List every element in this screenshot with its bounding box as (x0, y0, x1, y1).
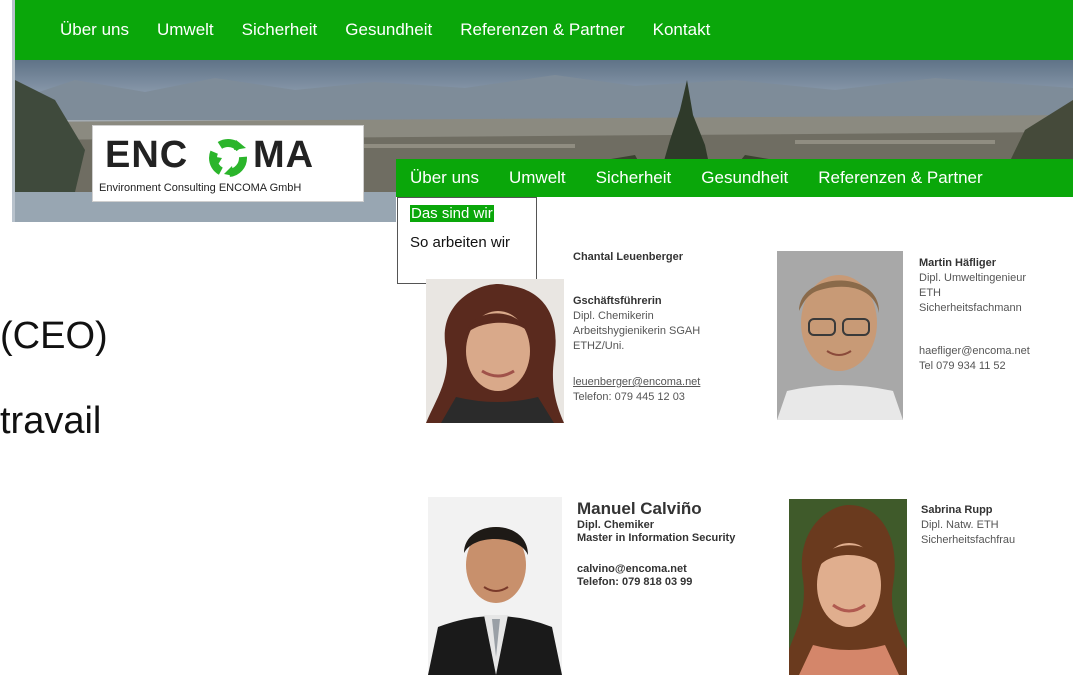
martin-photo (777, 251, 903, 420)
chantal-title-3: ETHZ/Uni. (573, 340, 625, 352)
front-nav-ueber-uns[interactable]: Über uns (410, 168, 479, 188)
martin-email[interactable]: haefliger@encoma.net (919, 344, 1030, 359)
encoma-logo[interactable]: ENC MA Environment Consulting ENCOMA Gmb… (92, 125, 364, 202)
front-nav-umwelt[interactable]: Umwelt (509, 168, 566, 188)
martin-info: Martin Häfliger Dipl. Umweltingenieur ET… (919, 256, 1030, 374)
front-nav-gesundheit[interactable]: Gesundheit (701, 168, 788, 188)
ueber-uns-dropdown-menu: Das sind wir So arbeiten wir (397, 197, 537, 284)
sabrina-title-1: Dipl. Natw. ETH (921, 519, 999, 531)
sabrina-name: Sabrina Rupp (921, 504, 993, 516)
sabrina-info: Sabrina Rupp Dipl. Natw. ETH Sicherheits… (921, 503, 1015, 548)
slide-text-travail: travail (0, 400, 102, 442)
back-nav-umwelt[interactable]: Umwelt (157, 20, 214, 40)
back-nav-gesundheit[interactable]: Gesundheit (345, 20, 432, 40)
slide-text-ceo: (CEO) (0, 315, 108, 357)
team-page-screenshot: Über uns Umwelt Sicherheit Gesundheit Re… (396, 159, 1073, 675)
martin-title-1: Dipl. Umweltingenieur (919, 272, 1026, 284)
chantal-info: Chantal Leuenberger Gschäftsführerin Dip… (573, 250, 700, 405)
chantal-title-2: Arbeitshygienikerin SGAH (573, 325, 701, 337)
manuel-info: Manuel Calviño Dipl. Chemiker Master in … (577, 499, 735, 589)
manuel-email[interactable]: calvino@encoma.net (577, 563, 735, 576)
chantal-photo (426, 279, 564, 423)
chantal-role: Gschäftsführerin (573, 295, 662, 307)
martin-phone: Tel 079 934 11 52 (919, 360, 1006, 372)
manuel-title-2: Master in Information Security (577, 532, 736, 544)
martin-name: Martin Häfliger (919, 257, 997, 269)
chantal-email-link[interactable]: leuenberger@encoma.net (573, 376, 700, 388)
manuel-card: Manuel Calviño Dipl. Chemiker Master in … (407, 489, 789, 675)
sabrina-photo (789, 499, 907, 675)
martin-title-2: ETH (919, 287, 941, 299)
logo-tagline: Environment Consulting ENCOMA GmbH (99, 182, 302, 194)
manuel-title-1: Dipl. Chemiker (577, 519, 655, 531)
front-nav-sicherheit[interactable]: Sicherheit (596, 168, 672, 188)
menu-item-das-sind-wir[interactable]: Das sind wir (410, 205, 494, 222)
back-nav-ueber-uns[interactable]: Über uns (60, 20, 129, 40)
manuel-name: Manuel Calviño (577, 499, 702, 518)
back-nav-kontakt[interactable]: Kontakt (653, 20, 711, 40)
manuel-photo (428, 497, 562, 675)
background-nav-bar: Über uns Umwelt Sicherheit Gesundheit Re… (15, 0, 1073, 60)
logo-word-left: ENC (105, 134, 189, 176)
back-nav-referenzen[interactable]: Referenzen & Partner (460, 20, 624, 40)
menu-item-so-arbeiten-wir[interactable]: So arbeiten wir (410, 234, 510, 251)
sabrina-title-2: Sicherheitsfachfrau (921, 534, 1016, 546)
chantal-phone: Telefon: 079 445 12 03 (573, 391, 685, 403)
martin-title-3: Sicherheitsfachmann (919, 302, 1022, 314)
manuel-phone: Telefon: 079 818 03 99 (577, 576, 693, 588)
front-nav-referenzen[interactable]: Referenzen & Partner (818, 168, 982, 188)
front-nav-bar: Über uns Umwelt Sicherheit Gesundheit Re… (396, 159, 1073, 197)
chantal-title-1: Dipl. Chemikerin (573, 310, 654, 322)
recycle-arrows-icon (206, 136, 250, 180)
chantal-name: Chantal Leuenberger (573, 251, 684, 263)
back-nav-sicherheit[interactable]: Sicherheit (242, 20, 318, 40)
logo-word-right: MA (253, 134, 315, 176)
